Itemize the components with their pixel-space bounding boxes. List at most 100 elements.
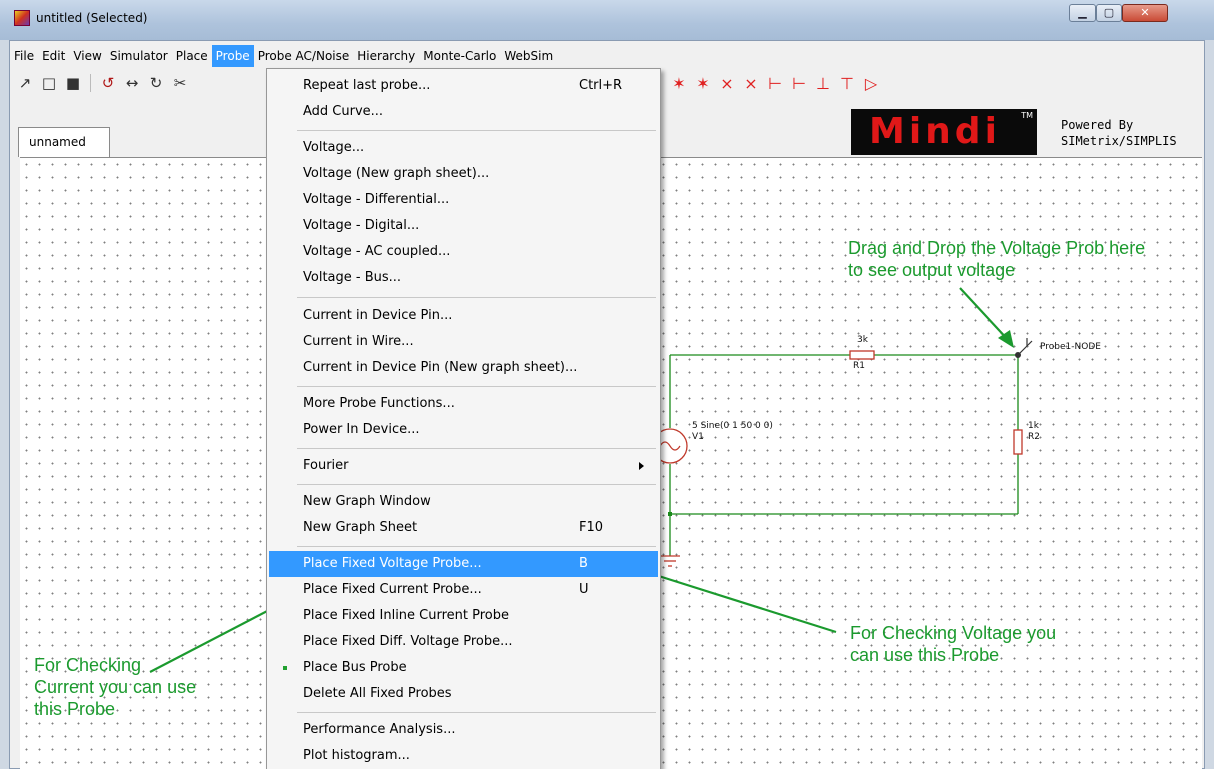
menu-item-voltage-digital[interactable]: Voltage - Digital... xyxy=(269,213,658,239)
mindi-logo: Mindi TM xyxy=(851,109,1037,155)
app-window: File Edit View Simulator Place Probe Pro… xyxy=(9,40,1205,769)
annotation-line: Drag and Drop the Voltage Prob here xyxy=(848,238,1146,258)
njfet-icon[interactable]: ⊥ xyxy=(814,74,832,93)
menu-item-performance-analysis[interactable]: Performance Analysis... xyxy=(269,717,658,743)
menu-divider xyxy=(297,130,656,131)
annotation-line: For Checking xyxy=(34,655,142,675)
checked-indicator-icon xyxy=(283,666,287,670)
menu-divider xyxy=(297,448,656,449)
r1-name-label: R1 xyxy=(853,361,865,371)
menu-item-new-graph-sheet[interactable]: New Graph Sheet F10 xyxy=(269,515,658,541)
logo-text: Mindi xyxy=(869,111,1001,152)
annotation-line: to see output voltage xyxy=(848,260,1016,280)
annotation-drag-drop-voltage: Drag and Drop the Voltage Prob here to s… xyxy=(848,237,1145,281)
app-icon xyxy=(14,10,30,26)
powered-line-2: SIMetrix/SIMPLIS xyxy=(1061,134,1177,148)
menu-edit[interactable]: Edit xyxy=(38,45,69,67)
annotation-line: this Probe xyxy=(34,699,116,719)
menu-hierarchy[interactable]: Hierarchy xyxy=(353,45,419,67)
menu-item-voltage-differential[interactable]: Voltage - Differential... xyxy=(269,187,658,213)
title-bar: untitled (Selected) ▁ ▢ ✕ xyxy=(0,0,1214,40)
logo-trademark: TM xyxy=(1021,111,1033,120)
menu-monte-carlo[interactable]: Monte-Carlo xyxy=(419,45,500,67)
new-icon[interactable]: □ xyxy=(40,74,58,92)
menu-simulator[interactable]: Simulator xyxy=(106,45,172,67)
menu-item-voltage[interactable]: Voltage... xyxy=(269,135,658,161)
menu-item-delete-all-fixed-probes[interactable]: Delete All Fixed Probes xyxy=(269,681,658,707)
zener-diode-icon[interactable]: ✶ xyxy=(694,74,712,93)
cut-icon[interactable]: ✂ xyxy=(171,74,189,92)
menu-item-more-probe-functions[interactable]: More Probe Functions... xyxy=(269,391,658,417)
pjfet-icon[interactable]: ⊤ xyxy=(838,74,856,93)
menu-probe-ac-noise[interactable]: Probe AC/Noise xyxy=(254,45,354,67)
menu-item-current-device-pin-new-sheet[interactable]: Current in Device Pin (New graph sheet).… xyxy=(269,355,658,381)
menu-item-place-fixed-voltage-probe[interactable]: Place Fixed Voltage Probe... B xyxy=(269,551,658,577)
junction-dot xyxy=(668,512,672,516)
menu-item-voltage-bus[interactable]: Voltage - Bus... xyxy=(269,265,658,291)
resistor-r2 xyxy=(1013,429,1023,455)
r1-value-label: 3k xyxy=(857,335,868,345)
powered-line-1: Powered By xyxy=(1061,118,1134,132)
minimize-button[interactable]: ▁ xyxy=(1069,4,1096,22)
r2-name-label: R2 xyxy=(1028,432,1040,442)
menu-item-current-in-wire[interactable]: Current in Wire... xyxy=(269,329,658,355)
probe-label: Probe1-NODE xyxy=(1040,342,1101,352)
menu-item-add-curve[interactable]: Add Curve... xyxy=(269,99,658,125)
menu-item-fourier[interactable]: Fourier xyxy=(269,453,658,479)
npn-transistor-icon[interactable]: ⨯ xyxy=(718,74,736,93)
menu-websim[interactable]: WebSim xyxy=(500,45,557,67)
menu-item-place-fixed-current-probe[interactable]: Place Fixed Current Probe... U xyxy=(269,577,658,603)
open-icon[interactable]: ↗ xyxy=(16,74,34,92)
menu-divider xyxy=(297,297,656,298)
close-button[interactable]: ✕ xyxy=(1122,4,1168,22)
annotation-check-voltage: For Checking Voltage you can use this Pr… xyxy=(850,622,1056,666)
menu-divider xyxy=(297,712,656,713)
annotation-line: Current you can use xyxy=(34,677,197,697)
window-title: untitled (Selected) xyxy=(36,11,148,25)
arrow-voltage-probe xyxy=(645,570,837,634)
nmos-icon[interactable]: ⊢ xyxy=(766,74,784,93)
annotation-line: can use this Probe xyxy=(850,645,1000,665)
save-icon[interactable]: ■ xyxy=(64,74,82,92)
toolbar-divider xyxy=(90,74,91,92)
v1-value-label: 5 Sine(0 1 50 0 0) xyxy=(692,421,773,431)
submenu-arrow-icon xyxy=(639,462,644,470)
menu-item-plot-histogram[interactable]: Plot histogram... xyxy=(269,743,658,769)
menu-item-repeat-last-probe[interactable]: Repeat last probe... Ctrl+R xyxy=(269,73,658,99)
menu-item-place-fixed-diff-voltage-probe[interactable]: Place Fixed Diff. Voltage Probe... xyxy=(269,629,658,655)
menu-file[interactable]: File xyxy=(10,45,38,67)
menu-item-current-device-pin[interactable]: Current in Device Pin... xyxy=(269,303,658,329)
diode-icon[interactable]: ✶ xyxy=(670,74,688,93)
menu-place[interactable]: Place xyxy=(172,45,212,67)
menu-item-place-fixed-inline-current-probe[interactable]: Place Fixed Inline Current Probe xyxy=(269,603,658,629)
resistor-r1 xyxy=(849,350,875,360)
undo-icon[interactable]: ↺ xyxy=(99,74,117,92)
annotation-line: For Checking Voltage you xyxy=(850,623,1057,643)
menu-divider xyxy=(297,546,656,547)
pnp-transistor-icon[interactable]: ⨯ xyxy=(742,74,760,93)
menu-item-new-graph-window[interactable]: New Graph Window xyxy=(269,489,658,515)
v1-name-label: V1 xyxy=(692,432,704,442)
menu-item-voltage-ac-coupled[interactable]: Voltage - AC coupled... xyxy=(269,239,658,265)
menu-item-place-bus-probe[interactable]: Place Bus Probe xyxy=(269,655,658,681)
r2-value-label: 1k xyxy=(1028,421,1039,431)
menu-divider xyxy=(297,386,656,387)
annotation-check-current: For Checking Current you can use this Pr… xyxy=(34,654,196,720)
menu-probe[interactable]: Probe xyxy=(211,45,254,67)
probe-icon xyxy=(1017,344,1029,356)
component-toolbar: ✶ ✶ ⨯ ⨯ ⊢ ⊢ ⊥ ⊤ ▷ xyxy=(670,71,880,95)
opamp-icon[interactable]: ▷ xyxy=(862,74,880,93)
maximize-button[interactable]: ▢ xyxy=(1096,4,1122,22)
tab-unnamed[interactable]: unnamed xyxy=(18,127,110,157)
menu-view[interactable]: View xyxy=(69,45,105,67)
pmos-icon[interactable]: ⊢ xyxy=(790,74,808,93)
menu-item-voltage-new-sheet[interactable]: Voltage (New graph sheet)... xyxy=(269,161,658,187)
arrow-voltage-drop xyxy=(959,287,1011,343)
menu-bar: File Edit View Simulator Place Probe Pro… xyxy=(10,45,557,67)
probe-dropdown-menu: Repeat last probe... Ctrl+R Add Curve... … xyxy=(266,68,661,769)
menu-item-power-in-device[interactable]: Power In Device... xyxy=(269,417,658,443)
mirror-icon[interactable]: ↔ xyxy=(123,74,141,92)
rotate-icon[interactable]: ↻ xyxy=(147,74,165,92)
powered-by-text: Powered By SIMetrix/SIMPLIS xyxy=(1061,117,1177,149)
toolbar: ↗ □ ■ ↺ ↔ ↻ ✂ xyxy=(16,71,189,95)
